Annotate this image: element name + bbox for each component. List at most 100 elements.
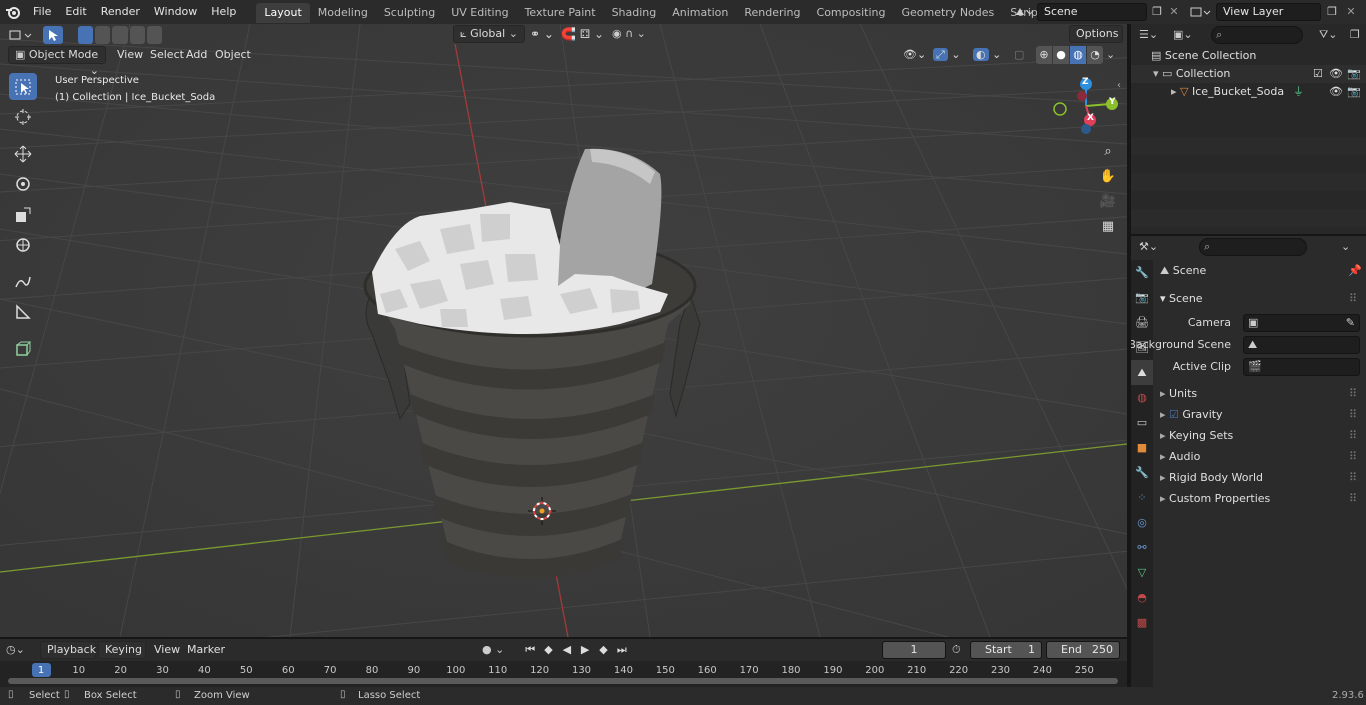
area-divider[interactable] [1127,24,1131,687]
scene-field[interactable]: Scene [1037,3,1147,21]
select-box-tool-icon[interactable] [9,73,37,101]
subpanel-custom-properties[interactable]: ▸ Custom Properties ⠿ [1153,489,1366,509]
options-dropdown[interactable]: Options ⌄ [1069,25,1123,56]
next-keyframe-icon[interactable]: ◆ [595,641,611,659]
editor-type-icon[interactable] [6,26,38,44]
outliner-row-scene-collection[interactable]: ▤ Scene Collection [1131,47,1366,65]
timeline-editor-type-icon[interactable]: ◷⌄ [6,641,36,659]
display-mode-icon[interactable]: ▣⌄ [1173,26,1207,44]
jump-end-icon[interactable]: ⏭ [614,641,630,659]
subpanel-gravity[interactable]: ▸ ☑ Gravity ⠿ [1153,405,1366,425]
play-reverse-icon[interactable]: ◀ [559,641,575,659]
stopwatch-icon[interactable]: ⏱ [952,641,968,659]
constraints-tab-icon[interactable]: ⚯ [1131,535,1153,560]
keying-menu[interactable]: Keying ⌄ [98,641,146,672]
scale-tool-icon[interactable] [9,201,37,228]
tab-layout[interactable]: Layout [256,3,310,23]
rendered-shading-icon[interactable]: ◔ [1087,46,1103,64]
outliner-row-collection[interactable]: ▾ ▭ Collection ☑ 👁 📷 [1131,65,1366,83]
scene-selector-icon[interactable] [1013,3,1035,21]
viewport-menu-object[interactable]: Object [209,46,257,64]
properties-editor-type-icon[interactable]: ⚒⌄ [1139,238,1177,256]
collection-tab-icon[interactable]: ▭ [1131,410,1153,435]
overlay-toggle-icon[interactable]: ◐ ⌄ [973,46,1007,64]
select-subtract-icon[interactable] [112,26,128,44]
tab-texture-paint[interactable]: Texture Paint [517,3,604,23]
pivot-point-icon[interactable]: ⚭ ⌄ [530,25,558,43]
menu-help[interactable]: Help [204,0,243,24]
eyedropper-icon[interactable]: ✎ [1346,315,1355,331]
snap-icon[interactable]: 🧲 ⚃ ⌄ [561,25,609,43]
collection-checkbox-icon[interactable]: ☑ [1313,65,1323,83]
wireframe-shading-icon[interactable]: ⊕ [1036,46,1052,64]
xray-toggle-icon[interactable]: ▢ [1014,46,1030,64]
view-layer-field[interactable]: View Layer [1216,3,1321,21]
record-icon[interactable]: ● ⌄ [482,641,516,659]
transform-tool-icon[interactable] [9,231,37,258]
subpanel-rigid-body-world[interactable]: ▸ Rigid Body World ⠿ [1153,468,1366,488]
tab-animation[interactable]: Animation [664,3,736,23]
properties-options-chevron-icon[interactable]: ⌄ [1341,238,1359,256]
solid-shading-icon[interactable]: ● [1053,46,1069,64]
drag-handle-icon[interactable]: ⠿ [1349,447,1357,467]
tab-geometry-nodes[interactable]: Geometry Nodes [893,3,1002,23]
measure-tool-icon[interactable] [9,299,37,326]
tab-compositing[interactable]: Compositing [809,3,894,23]
scene-panel-header[interactable]: ▾ Scene ⠿ [1153,289,1366,309]
rotate-tool-icon[interactable] [9,171,37,198]
camera-view-icon[interactable]: 🎥 [1097,190,1119,212]
select-invert-icon[interactable] [129,26,145,44]
sidebar-toggle-chevron-icon[interactable]: ‹ [1117,80,1121,91]
drag-handle-icon[interactable]: ⠿ [1349,384,1357,404]
data-tab-icon[interactable]: ▽ [1131,560,1153,585]
object-tab-icon[interactable]: ■ [1131,435,1153,460]
pan-hand-icon[interactable]: ✋ [1097,165,1119,187]
tab-modeling[interactable]: Modeling [310,3,376,23]
start-frame-field[interactable]: Start 1 [970,641,1042,659]
subpanel-keying-sets[interactable]: ▸ Keying Sets ⠿ [1153,426,1366,446]
menu-file[interactable]: File [26,0,58,24]
area-divider[interactable] [1131,234,1366,236]
outliner-row-object[interactable]: ▸ ▽ Ice_Bucket_Soda ⏚ 👁 📷 [1131,83,1366,101]
tab-uv-editing[interactable]: UV Editing [443,3,516,23]
transform-orientation-dropdown[interactable]: ⟀ Global ⌄ [453,25,525,43]
jump-start-icon[interactable]: ⏮ [522,641,538,659]
new-collection-icon[interactable]: ❐ [1350,26,1364,44]
material-tab-icon[interactable]: ◓ [1131,585,1153,610]
output-tab-icon[interactable]: 🖨 [1131,310,1153,335]
material-preview-icon[interactable]: ◍ [1070,46,1086,64]
render-tab-icon[interactable]: 📷 [1131,285,1153,310]
physics-tab-icon[interactable]: ◎ [1131,510,1153,535]
blender-logo-icon[interactable] [0,0,26,24]
gravity-checkbox-icon[interactable]: ☑ [1169,408,1182,421]
view-layer-selector-icon[interactable] [1189,3,1215,21]
3d-viewport[interactable]: ⟀ Global⌄ ⚭ ⌄ 🧲 ⚃ ⌄ ◉ ∩ ⌄ Options ⌄ ▣ Ob… [0,24,1127,637]
select-extend-icon[interactable] [95,26,111,44]
tab-shading[interactable]: Shading [604,3,665,23]
tab-sculpting[interactable]: Sculpting [376,3,443,23]
timeline-scrollbar[interactable] [8,678,1118,684]
proportional-edit-icon[interactable]: ◉ ∩ ⌄ [612,25,656,43]
menu-window[interactable]: Window [147,0,204,24]
cursor-tool-icon[interactable] [9,103,37,130]
menu-edit[interactable]: Edit [58,0,93,24]
pin-icon[interactable]: 📌 [1348,260,1362,282]
particles-tab-icon[interactable]: ⁘ [1131,485,1153,510]
perspective-grid-icon[interactable]: ▦ [1097,215,1119,237]
world-tab-icon[interactable]: ◍ [1131,385,1153,410]
expand-arrow-icon[interactable]: ▸ [1171,85,1180,98]
play-icon[interactable]: ▶ [577,641,593,659]
close-view-layer-icon[interactable]: ✕ [1343,3,1359,21]
scene-tab-icon[interactable]: ⛰ [1131,360,1153,385]
timeline-menu-marker[interactable]: Marker [181,641,231,659]
select-new-icon[interactable] [78,26,94,44]
playback-menu[interactable]: Playback ⌄ [40,641,96,672]
select-intersect-icon[interactable] [146,26,163,44]
prev-keyframe-icon[interactable]: ◆ [540,641,556,659]
menu-render[interactable]: Render [94,0,147,24]
eye-icon[interactable]: 👁 [1329,83,1343,101]
new-view-layer-icon[interactable]: ❐ [1324,3,1340,21]
tweak-tool-icon[interactable] [43,26,63,44]
properties-search-input[interactable]: ⌕ [1199,238,1307,256]
mesh-data-icon[interactable]: ⏚ [1293,83,1304,101]
